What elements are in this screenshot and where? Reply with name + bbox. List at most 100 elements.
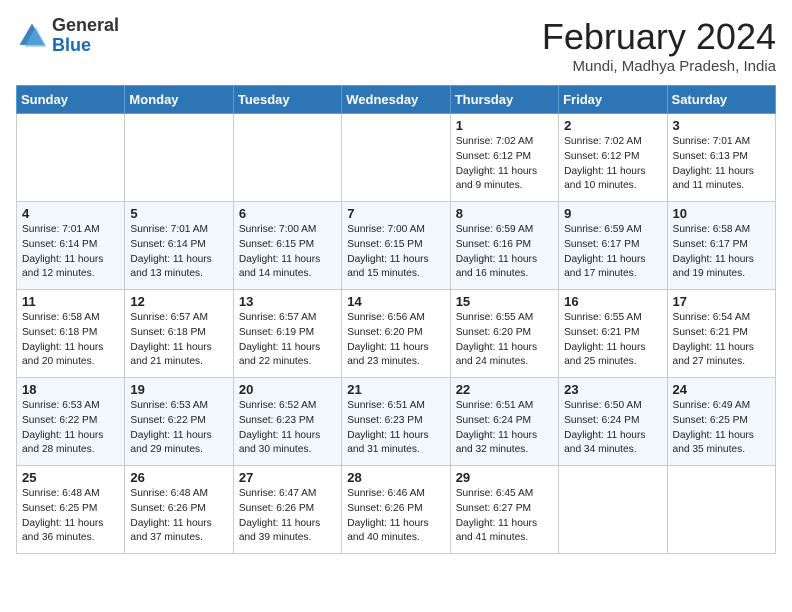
day-number: 18	[22, 382, 119, 397]
calendar-cell: 16 Sunrise: 6:55 AMSunset: 6:21 PMDayligh…	[559, 290, 667, 378]
day-number: 14	[347, 294, 444, 309]
weekday-header-row: SundayMondayTuesdayWednesdayThursdayFrid…	[17, 86, 776, 114]
calendar-row-2: 4 Sunrise: 7:01 AMSunset: 6:14 PMDaylight…	[17, 202, 776, 290]
day-number: 27	[239, 470, 336, 485]
day-number: 25	[22, 470, 119, 485]
day-info: Sunrise: 6:47 AMSunset: 6:26 PMDaylight:…	[239, 487, 336, 546]
day-info: Sunrise: 6:48 AMSunset: 6:26 PMDaylight:…	[130, 487, 227, 546]
weekday-header-friday: Friday	[559, 86, 667, 114]
weekday-header-saturday: Saturday	[667, 86, 775, 114]
weekday-header-wednesday: Wednesday	[342, 86, 450, 114]
day-info: Sunrise: 6:55 AMSunset: 6:21 PMDaylight:…	[564, 311, 661, 370]
weekday-header-monday: Monday	[125, 86, 233, 114]
logo: General Blue	[16, 16, 119, 56]
calendar-cell	[17, 114, 125, 202]
day-number: 10	[673, 206, 770, 221]
calendar-cell: 24 Sunrise: 6:49 AMSunset: 6:25 PMDayligh…	[667, 378, 775, 466]
calendar-cell: 28 Sunrise: 6:46 AMSunset: 6:26 PMDayligh…	[342, 466, 450, 554]
day-info: Sunrise: 7:00 AMSunset: 6:15 PMDaylight:…	[347, 223, 444, 282]
day-info: Sunrise: 6:58 AMSunset: 6:17 PMDaylight:…	[673, 223, 770, 282]
day-number: 19	[130, 382, 227, 397]
day-info: Sunrise: 6:54 AMSunset: 6:21 PMDaylight:…	[673, 311, 770, 370]
day-info: Sunrise: 6:59 AMSunset: 6:16 PMDaylight:…	[456, 223, 553, 282]
calendar-cell: 29 Sunrise: 6:45 AMSunset: 6:27 PMDayligh…	[450, 466, 558, 554]
calendar-cell: 18Sunrise: 6:53 AMSunset: 6:22 PMDayligh…	[17, 378, 125, 466]
calendar-row-5: 25 Sunrise: 6:48 AMSunset: 6:25 PMDayligh…	[17, 466, 776, 554]
calendar-cell: 8 Sunrise: 6:59 AMSunset: 6:16 PMDaylight…	[450, 202, 558, 290]
logo-icon	[16, 20, 48, 52]
calendar-cell: 7 Sunrise: 7:00 AMSunset: 6:15 PMDaylight…	[342, 202, 450, 290]
calendar-cell	[233, 114, 341, 202]
calendar-cell: 13 Sunrise: 6:57 AMSunset: 6:19 PMDayligh…	[233, 290, 341, 378]
day-number: 8	[456, 206, 553, 221]
day-info: Sunrise: 6:59 AMSunset: 6:17 PMDaylight:…	[564, 223, 661, 282]
day-info: Sunrise: 6:51 AMSunset: 6:24 PMDaylight:…	[456, 399, 553, 458]
month-title: February 2024	[542, 16, 776, 58]
day-number: 9	[564, 206, 661, 221]
day-number: 28	[347, 470, 444, 485]
day-info: Sunrise: 6:51 AMSunset: 6:23 PMDaylight:…	[347, 399, 444, 458]
calendar-row-4: 18 Sunrise: 6:53 AMSunset: 6:22 PMDayligh…	[17, 378, 776, 466]
day-info: Sunrise: 6:55 AMSunset: 6:20 PMDaylight:…	[456, 311, 553, 370]
day-number: 21	[347, 382, 444, 397]
day-info: Sunrise: 7:02 AMSunset: 6:12 PMDaylight:…	[564, 135, 661, 194]
day-number: 17	[673, 294, 770, 309]
title-area: February 2024 Mundi, Madhya Pradesh, Ind…	[542, 16, 776, 75]
calendar-table: SundayMondayTuesdayWednesdayThursdayFrid…	[16, 85, 776, 554]
day-number: 12	[130, 294, 227, 309]
day-info: Sunrise: 6:46 AMSunset: 6:26 PMDaylight:…	[347, 487, 444, 546]
day-number: 3	[673, 118, 770, 133]
calendar-cell: 11Sunrise: 6:58 AMSunset: 6:18 PMDayligh…	[17, 290, 125, 378]
calendar-cell: 25 Sunrise: 6:48 AMSunset: 6:25 PMDayligh…	[17, 466, 125, 554]
day-number: 20	[239, 382, 336, 397]
calendar-cell: 17 Sunrise: 6:54 AMSunset: 6:21 PMDayligh…	[667, 290, 775, 378]
calendar-row-1: 1Sunrise: 7:02 AMSunset: 6:12 PMDaylight…	[17, 114, 776, 202]
calendar-cell: 6 Sunrise: 7:00 AMSunset: 6:15 PMDaylight…	[233, 202, 341, 290]
day-info: Sunrise: 6:45 AMSunset: 6:27 PMDaylight:…	[456, 487, 553, 546]
day-info: Sunrise: 6:49 AMSunset: 6:25 PMDaylight:…	[673, 399, 770, 458]
calendar-cell	[342, 114, 450, 202]
calendar-cell: 12Sunrise: 6:57 AMSunset: 6:18 PMDayligh…	[125, 290, 233, 378]
weekday-header-thursday: Thursday	[450, 86, 558, 114]
calendar-cell: 1Sunrise: 7:02 AMSunset: 6:12 PMDaylight…	[450, 114, 558, 202]
calendar-cell	[667, 466, 775, 554]
day-number: 26	[130, 470, 227, 485]
weekday-header-tuesday: Tuesday	[233, 86, 341, 114]
day-info: Sunrise: 7:01 AMSunset: 6:14 PMDaylight:…	[22, 223, 119, 282]
day-number: 15	[456, 294, 553, 309]
calendar-cell: 27 Sunrise: 6:47 AMSunset: 6:26 PMDayligh…	[233, 466, 341, 554]
day-info: Sunrise: 7:01 AMSunset: 6:14 PMDaylight:…	[130, 223, 227, 282]
day-info: Sunrise: 7:01 AMSunset: 6:13 PMDaylight:…	[673, 135, 770, 194]
day-number: 16	[564, 294, 661, 309]
day-number: 13	[239, 294, 336, 309]
day-info: Sunrise: 6:57 AMSunset: 6:19 PMDaylight:…	[239, 311, 336, 370]
calendar-cell: 26 Sunrise: 6:48 AMSunset: 6:26 PMDayligh…	[125, 466, 233, 554]
calendar-cell	[125, 114, 233, 202]
day-number: 4	[22, 206, 119, 221]
location-subtitle: Mundi, Madhya Pradesh, India	[542, 58, 776, 75]
calendar-cell	[559, 466, 667, 554]
day-info: Sunrise: 6:50 AMSunset: 6:24 PMDaylight:…	[564, 399, 661, 458]
day-info: Sunrise: 7:00 AMSunset: 6:15 PMDaylight:…	[239, 223, 336, 282]
day-number: 6	[239, 206, 336, 221]
weekday-header-sunday: Sunday	[17, 86, 125, 114]
day-info: Sunrise: 6:48 AMSunset: 6:25 PMDaylight:…	[22, 487, 119, 546]
calendar-cell: 19 Sunrise: 6:53 AMSunset: 6:22 PMDayligh…	[125, 378, 233, 466]
calendar-cell: 4 Sunrise: 7:01 AMSunset: 6:14 PMDaylight…	[17, 202, 125, 290]
calendar-cell: 3 Sunrise: 7:01 AMSunset: 6:13 PMDaylight…	[667, 114, 775, 202]
calendar-cell: 10 Sunrise: 6:58 AMSunset: 6:17 PMDayligh…	[667, 202, 775, 290]
calendar-cell: 22Sunrise: 6:51 AMSunset: 6:24 PMDayligh…	[450, 378, 558, 466]
day-info: Sunrise: 6:53 AMSunset: 6:22 PMDaylight:…	[130, 399, 227, 458]
header: General Blue February 2024 Mundi, Madhya…	[16, 16, 776, 75]
day-number: 29	[456, 470, 553, 485]
day-number: 2	[564, 118, 661, 133]
day-number: 7	[347, 206, 444, 221]
calendar-cell: 15 Sunrise: 6:55 AMSunset: 6:20 PMDayligh…	[450, 290, 558, 378]
day-info: Sunrise: 6:56 AMSunset: 6:20 PMDaylight:…	[347, 311, 444, 370]
day-info: Sunrise: 6:58 AMSunset: 6:18 PMDaylight:…	[22, 311, 119, 370]
day-number: 24	[673, 382, 770, 397]
day-number: 5	[130, 206, 227, 221]
calendar-cell: 2 Sunrise: 7:02 AMSunset: 6:12 PMDaylight…	[559, 114, 667, 202]
calendar-cell: 23Sunrise: 6:50 AMSunset: 6:24 PMDayligh…	[559, 378, 667, 466]
calendar-cell: 5 Sunrise: 7:01 AMSunset: 6:14 PMDaylight…	[125, 202, 233, 290]
